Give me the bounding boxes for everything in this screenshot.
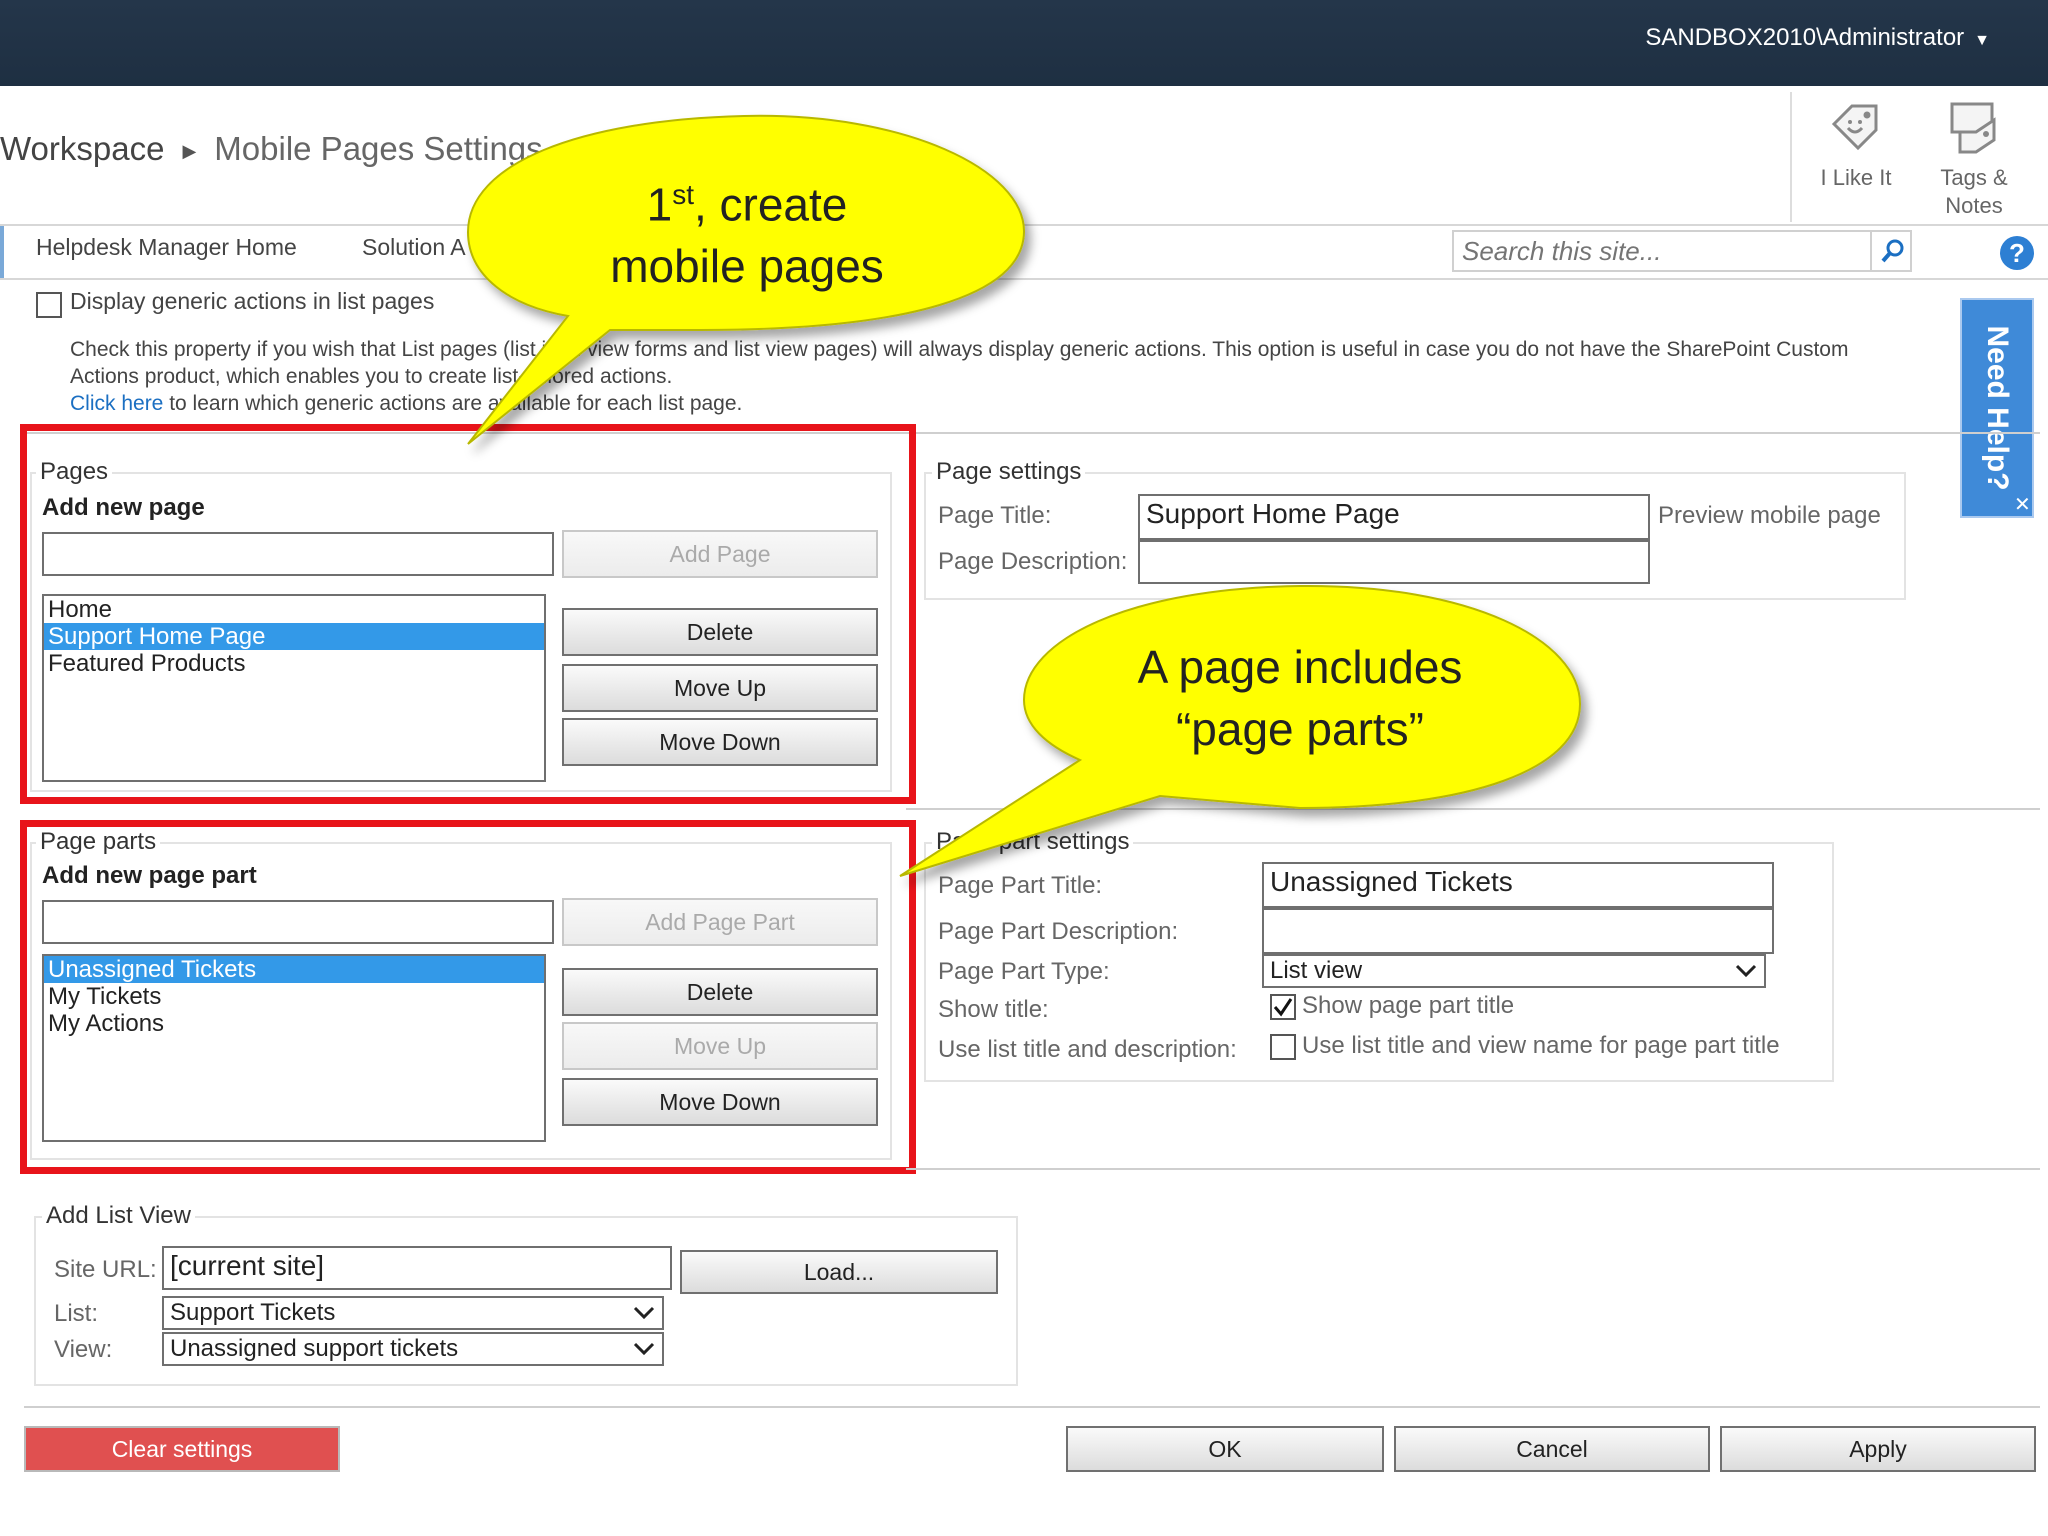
callout-ordinal-suffix: st [672, 179, 694, 210]
callout-page-parts: A page includes “page parts” [1100, 636, 1500, 760]
callout-ordinal: 1 [646, 178, 673, 231]
callout-create-mobile-pages: 1st, create mobile pages [560, 164, 934, 297]
callout-mobile-pages: mobile pages [610, 240, 884, 293]
callout-shapes [466, 114, 1582, 877]
callout-page-includes: A page includes [1137, 641, 1463, 693]
callout-page-parts-quote: “page parts” [1175, 703, 1424, 755]
callout-create: , create [693, 178, 848, 231]
